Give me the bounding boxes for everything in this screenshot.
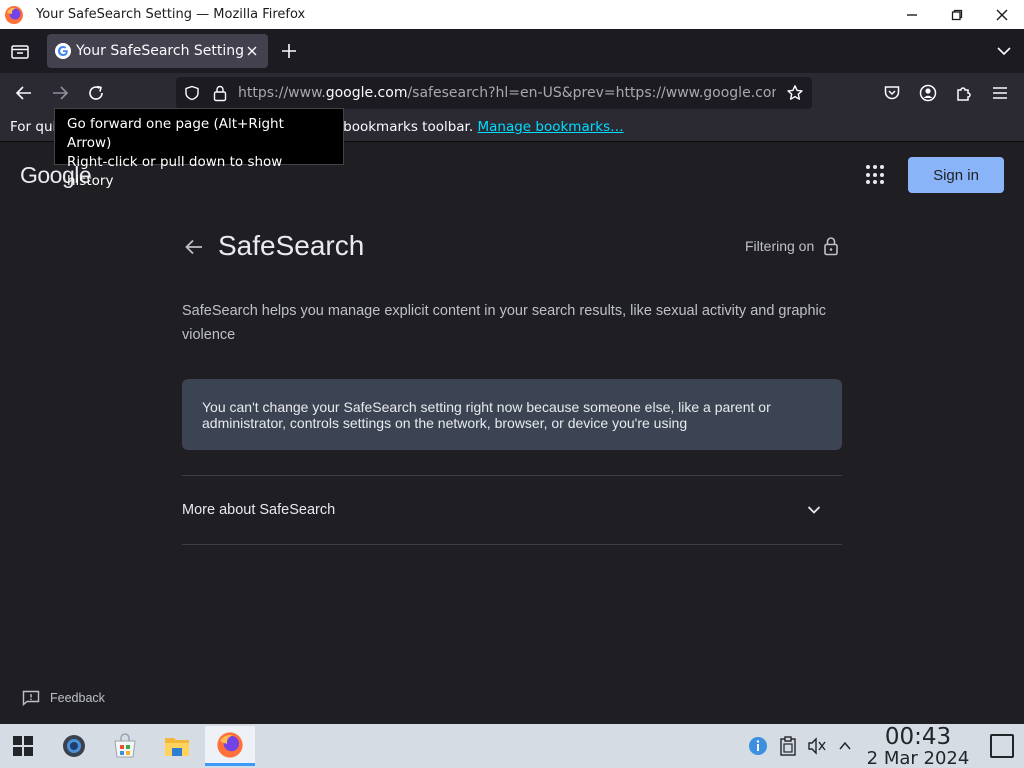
back-icon [15,86,31,100]
tooltip-line-2: Right-click or pull down to show history [67,154,283,189]
maximize-icon [951,9,963,21]
locked-notice: You can't change your SafeSearch setting… [182,379,842,450]
more-about-label: More about SafeSearch [182,502,336,518]
taskbar-settings[interactable] [51,726,97,766]
extensions-icon [957,87,971,101]
taskbar-files[interactable] [154,726,200,766]
folder-icon [165,738,189,756]
show-desktop-button[interactable] [990,734,1014,758]
back-button[interactable] [12,81,36,105]
lock-icon [824,237,838,256]
app-menu-button[interactable] [988,81,1012,105]
minimize-button[interactable] [901,4,923,26]
reload-icon [89,85,103,100]
pocket-button[interactable] [880,81,904,105]
url-text[interactable]: https://www.google.com/safesearch?hl=en-… [238,85,776,101]
url-bar[interactable]: https://www.google.com/safesearch?hl=en-… [176,77,812,109]
list-all-tabs-icon[interactable] [994,43,1014,59]
firefox-icon [5,6,23,24]
lock-icon[interactable] [212,84,228,102]
store-icon [114,733,136,758]
tray-info[interactable] [748,736,768,756]
start-menu-button[interactable] [0,726,46,766]
reload-button[interactable] [84,81,108,105]
feedback-icon [22,690,40,706]
taskbar-firefox[interactable] [205,726,255,766]
back-arrow-icon[interactable] [183,236,205,258]
new-tab-icon[interactable] [279,41,299,61]
window-title: Your SafeSearch Setting — Mozilla Firefo… [36,7,306,22]
close-icon [996,9,1008,21]
url-domain: google.com [325,85,408,101]
tab-safesearch[interactable]: Your SafeSearch Setting [47,34,268,68]
google-apps-icon[interactable] [866,165,886,185]
clipboard-icon [780,736,796,756]
page-title: SafeSearch [218,230,365,261]
star-icon[interactable] [786,84,804,102]
maximize-button[interactable] [946,4,968,26]
tray-expand[interactable] [835,736,855,756]
clock-time: 00:43 [884,724,952,750]
more-about-safesearch-expander[interactable]: More about SafeSearch [182,476,842,544]
firefox-icon [217,731,243,758]
windows-start-icon [13,736,33,756]
pocket-icon [884,86,900,100]
chevron-down-icon [807,506,821,514]
taskbar: 00:43 2 Mar 2024 [0,724,1024,768]
navigation-toolbar: https://www.google.com/safesearch?hl=en-… [0,73,1024,113]
shield-icon[interactable] [184,85,200,101]
taskbar-store[interactable] [102,726,148,766]
sign-in-button[interactable]: Sign in [908,157,1004,193]
tray-clipboard[interactable] [778,736,798,756]
forward-button[interactable] [48,81,72,105]
info-icon [749,737,767,755]
feedback-link[interactable]: Feedback [22,690,105,706]
forward-icon [53,86,69,100]
account-icon [919,84,937,102]
forward-tooltip: Go forward one page (Alt+Right Arrow) Ri… [54,108,344,189]
safesearch-description: SafeSearch helps you manage explicit con… [182,303,826,343]
volume-muted-icon [808,737,826,755]
clock-date: 2 Mar 2024 [866,748,970,768]
divider [182,544,842,545]
manage-bookmarks-link[interactable]: Manage bookmarks… [477,119,623,135]
filter-status: Filtering on [745,238,815,254]
tooltip-line-1: Go forward one page (Alt+Right Arrow) [67,116,284,151]
url-suffix: /safesearch?hl=en-US&prev=https://www.go… [407,85,776,101]
minimize-icon [907,14,917,16]
chevron-up-icon [839,741,851,750]
firefox-view-icon[interactable] [8,40,32,62]
close-tab-icon[interactable] [244,43,260,59]
window-titlebar: Your SafeSearch Setting — Mozilla Firefo… [0,0,1024,29]
tab-title: Your SafeSearch Setting [76,43,245,59]
hamburger-menu-icon [993,87,1007,99]
tab-strip: Your SafeSearch Setting [0,29,1024,73]
extensions-button[interactable] [952,81,976,105]
close-window-button[interactable] [991,4,1013,26]
google-favicon [55,43,71,59]
feedback-label: Feedback [50,691,105,705]
tray-volume[interactable] [807,736,827,756]
url-prefix: https://www. [238,85,326,101]
gear-icon [63,735,85,757]
system-clock[interactable]: 00:43 2 Mar 2024 [864,724,972,768]
account-button[interactable] [916,81,940,105]
page-content: Google Sign in SafeSearch Filtering on S… [0,142,1024,724]
